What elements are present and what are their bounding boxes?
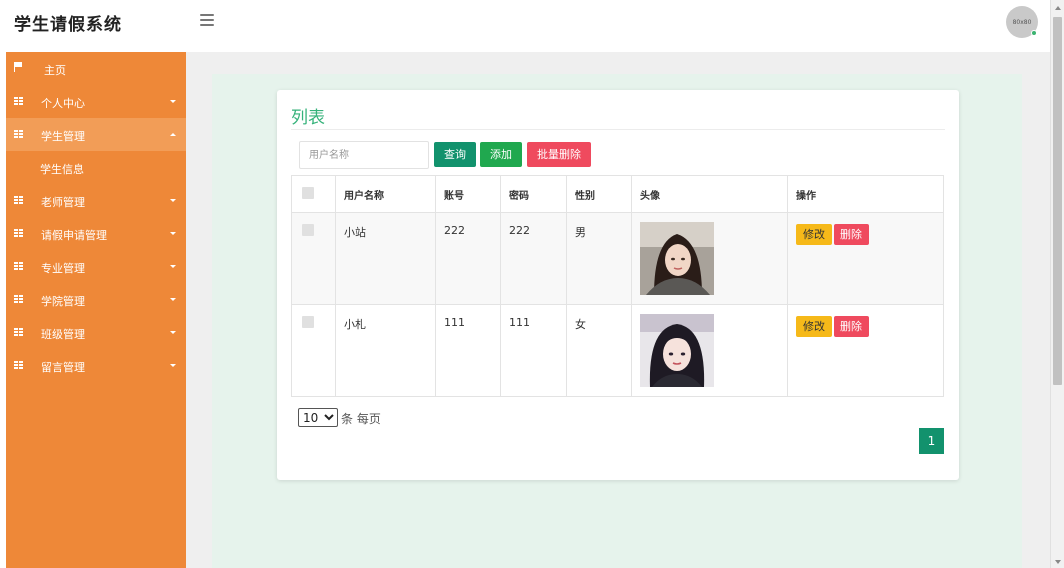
- avatar[interactable]: 80x80: [1006, 6, 1038, 38]
- sidebar-item-label: 学生管理: [41, 130, 85, 143]
- edit-button[interactable]: 修改: [796, 316, 832, 337]
- gender-cell: 男: [566, 212, 632, 305]
- hamburger-icon[interactable]: [200, 14, 214, 26]
- grid-icon: [14, 295, 23, 303]
- student-table: 用户名称 账号 密码 性别 头像 操作 小站 222 222 男 修改 删除 小…: [291, 175, 944, 397]
- chevron-down-icon: [170, 364, 176, 367]
- sidebar-subitem-student-info[interactable]: 学生信息: [6, 151, 186, 184]
- chevron-down-icon: [170, 265, 176, 268]
- column-header: 操作: [787, 175, 944, 213]
- password-cell: 222: [500, 212, 567, 305]
- grid-icon: [14, 196, 23, 204]
- chevron-up-icon: [170, 133, 176, 136]
- portrait-photo-2: [640, 314, 714, 387]
- top-header: 学生请假系统 80x80: [0, 0, 1050, 48]
- portrait-photo-1: [640, 222, 714, 295]
- sidebar-item-personal-center[interactable]: 个人中心: [6, 85, 186, 118]
- column-header: 用户名称: [335, 175, 436, 213]
- page-size-suffix: 条 每页: [341, 412, 381, 426]
- grid-icon: [14, 328, 23, 336]
- sidebar-item-label: 主页: [44, 64, 66, 77]
- avatar-placeholder-text: 80x80: [1012, 18, 1032, 26]
- delete-button[interactable]: 删除: [833, 224, 869, 245]
- sidebar-item-message-management[interactable]: 留言管理: [6, 349, 186, 382]
- grid-icon: [14, 262, 23, 270]
- column-header: 性别: [566, 175, 632, 213]
- grid-icon: [14, 97, 23, 105]
- table-header-row: 用户名称 账号 密码 性别 头像 操作: [291, 175, 944, 213]
- grid-icon: [14, 361, 23, 369]
- sidebar-item-label: 个人中心: [41, 97, 85, 110]
- chevron-down-icon: [170, 232, 176, 235]
- gender-cell: 女: [566, 304, 632, 397]
- grid-icon: [14, 130, 23, 138]
- add-button[interactable]: 添加: [480, 142, 522, 167]
- avatar-cell: [631, 304, 788, 397]
- list-card: 列表 查询 添加 批量删除 用户名称 账号 密码 性别 头像 操作: [277, 90, 959, 480]
- delete-button[interactable]: 删除: [833, 316, 869, 337]
- table-row: 小站 222 222 男 修改 删除: [291, 212, 944, 305]
- select-all-cell: [291, 175, 336, 213]
- sidebar-item-home[interactable]: 主页: [6, 52, 186, 85]
- sidebar-item-label: 学院管理: [41, 295, 85, 308]
- column-header: 密码: [500, 175, 567, 213]
- online-status-dot: [1031, 30, 1037, 36]
- scroll-down-arrow-icon[interactable]: [1055, 560, 1061, 564]
- sidebar-item-college-management[interactable]: 学院管理: [6, 283, 186, 316]
- chevron-down-icon: [170, 331, 176, 334]
- sidebar-item-teacher-management[interactable]: 老师管理: [6, 184, 186, 217]
- table-row: 小札 111 111 女 修改 删除: [291, 304, 944, 397]
- sidebar-item-student-management[interactable]: 学生管理: [6, 118, 186, 151]
- sidebar-item-label: 班级管理: [41, 328, 85, 341]
- row-checkbox[interactable]: [302, 224, 314, 236]
- chevron-down-icon: [170, 100, 176, 103]
- account-cell: 111: [435, 304, 501, 397]
- chevron-down-icon: [170, 298, 176, 301]
- username-cell: 小站: [335, 212, 436, 305]
- sidebar-subitem-label: 学生信息: [40, 163, 84, 176]
- account-cell: 222: [435, 212, 501, 305]
- vertical-scrollbar[interactable]: [1050, 0, 1064, 568]
- card-title: 列表: [291, 108, 325, 128]
- sidebar-item-label: 留言管理: [41, 361, 85, 374]
- app-title: 学生请假系统: [14, 15, 122, 35]
- search-input[interactable]: [299, 141, 429, 169]
- batch-delete-button[interactable]: 批量删除: [527, 142, 591, 167]
- username-cell: 小札: [335, 304, 436, 397]
- scroll-up-arrow-icon[interactable]: [1055, 6, 1061, 10]
- chevron-down-icon: [170, 199, 176, 202]
- row-check-cell: [291, 212, 336, 305]
- flag-icon: [14, 62, 23, 72]
- column-header: 账号: [435, 175, 501, 213]
- scrollbar-thumb[interactable]: [1053, 17, 1062, 385]
- row-checkbox[interactable]: [302, 316, 314, 328]
- sidebar-item-label: 请假申请管理: [41, 229, 107, 242]
- sidebar-item-class-management[interactable]: 班级管理: [6, 316, 186, 349]
- card-divider: [291, 129, 945, 130]
- page-size-select[interactable]: 10: [298, 408, 338, 427]
- query-button[interactable]: 查询: [434, 142, 476, 167]
- grid-icon: [14, 229, 23, 237]
- sidebar-item-leave-request-management[interactable]: 请假申请管理: [6, 217, 186, 250]
- sidebar-item-major-management[interactable]: 专业管理: [6, 250, 186, 283]
- sidebar-item-label: 老师管理: [41, 196, 85, 209]
- sidebar-item-label: 专业管理: [41, 262, 85, 275]
- row-check-cell: [291, 304, 336, 397]
- sidebar: 主页 个人中心 学生管理 学生信息 老师管理 请假申请管理 专业管理 学院管理 …: [6, 52, 186, 568]
- actions-cell: 修改 删除: [787, 212, 944, 305]
- column-header: 头像: [631, 175, 788, 213]
- edit-button[interactable]: 修改: [796, 224, 832, 245]
- page-number-button[interactable]: 1: [919, 428, 944, 454]
- actions-cell: 修改 删除: [787, 304, 944, 397]
- avatar-cell: [631, 212, 788, 305]
- password-cell: 111: [500, 304, 567, 397]
- select-all-checkbox[interactable]: [302, 186, 314, 199]
